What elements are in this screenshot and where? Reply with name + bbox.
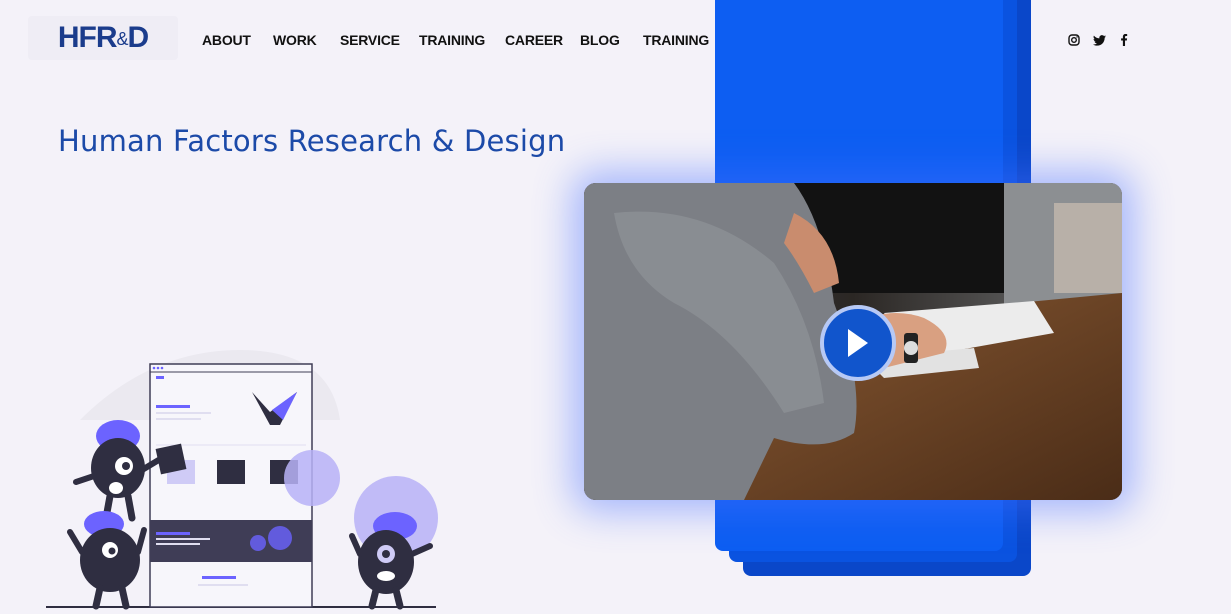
play-icon [848,329,868,357]
nav-work[interactable]: WORK [273,32,317,48]
nav-training-secondary[interactable]: TRAINING [643,32,709,48]
nav-blog[interactable]: BLOG [580,32,620,48]
play-button[interactable] [820,305,896,381]
hero-illustration [46,350,438,610]
twitter-icon[interactable] [1092,33,1106,47]
nav-career[interactable]: CAREER [505,32,563,48]
nav-about[interactable]: ABOUT [202,32,251,48]
instagram-icon[interactable] [1067,33,1081,47]
nav-training[interactable]: TRAINING [419,32,485,48]
facebook-icon[interactable] [1117,33,1131,47]
nav-service[interactable]: SERVICE [340,32,400,48]
logo[interactable]: HFR&D [28,16,178,60]
logo-text: HFR&D [57,21,149,54]
hero-title: Human Factors Research & Design [58,124,566,158]
